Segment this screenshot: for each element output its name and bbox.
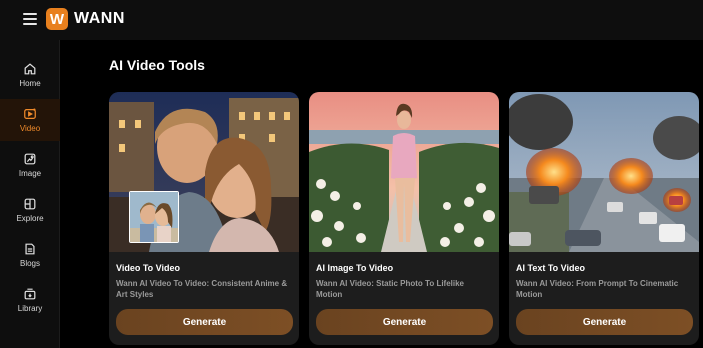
sidebar-item-video[interactable]: Video xyxy=(0,99,60,141)
sidebar: Home Video Image Explore Blogs Library xyxy=(0,40,60,348)
source-thumbnail xyxy=(129,191,179,243)
sidebar-item-label: Home xyxy=(19,79,41,88)
library-icon xyxy=(24,288,36,300)
sidebar-item-blogs[interactable]: Blogs xyxy=(0,234,60,276)
image-icon xyxy=(24,153,36,165)
top-bar: W WANN xyxy=(0,0,703,40)
sidebar-item-label: Library xyxy=(17,304,43,313)
card-description: Wann AI Video: From Prompt To Cinematic … xyxy=(516,279,679,299)
card-title: AI Image To Video xyxy=(316,263,394,273)
sidebar-item-label: Explore xyxy=(16,214,44,223)
generate-button[interactable]: Generate xyxy=(316,309,493,335)
sidebar-item-explore[interactable]: Explore xyxy=(0,189,60,231)
main-content: AI Video Tools Video To Video Wann AI Vi… xyxy=(60,40,703,348)
sidebar-item-library[interactable]: Library xyxy=(0,279,60,321)
video-icon xyxy=(24,108,36,119)
sidebar-item-label: Blogs xyxy=(19,259,40,268)
sidebar-item-home[interactable]: Home xyxy=(0,54,60,96)
home-icon xyxy=(24,63,36,75)
sidebar-item-image[interactable]: Image xyxy=(0,144,60,186)
card-title: AI Text To Video xyxy=(516,263,586,273)
generate-button[interactable]: Generate xyxy=(116,309,293,335)
page-title: AI Video Tools xyxy=(109,57,205,73)
card-description: Wann AI Video: Static Photo To Lifelike … xyxy=(316,279,465,299)
card-description: Wann AI Video To Video: Consistent Anime… xyxy=(116,279,288,299)
app-name[interactable]: WANN xyxy=(74,10,125,28)
blog-icon xyxy=(25,243,35,255)
card-preview-image[interactable] xyxy=(309,92,499,252)
generate-button[interactable]: Generate xyxy=(516,309,693,335)
tool-card-video-to-video[interactable]: Video To Video Wann AI Video To Video: C… xyxy=(109,92,299,345)
card-preview-image[interactable] xyxy=(109,92,299,252)
logo-icon[interactable]: W xyxy=(46,8,68,30)
sidebar-item-label: Image xyxy=(18,169,42,178)
sidebar-item-label: Video xyxy=(19,124,41,133)
card-preview-image[interactable] xyxy=(509,92,699,252)
explore-icon xyxy=(24,198,36,210)
tool-card-image-to-video[interactable]: AI Image To Video Wann AI Video: Static … xyxy=(309,92,499,345)
tool-card-text-to-video[interactable]: AI Text To Video Wann AI Video: From Pro… xyxy=(509,92,699,345)
card-title: Video To Video xyxy=(116,263,181,273)
menu-icon[interactable] xyxy=(23,12,37,26)
